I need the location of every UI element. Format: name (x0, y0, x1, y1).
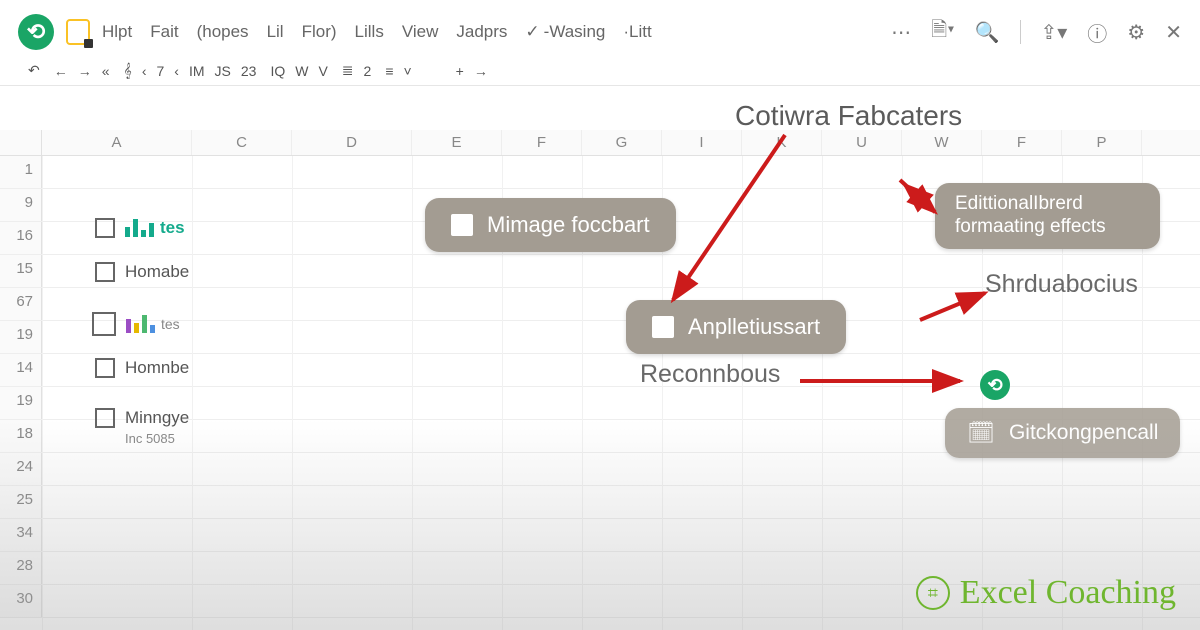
callout-pill[interactable]: Mimage foccbart (425, 198, 676, 252)
tb-btn[interactable]: ≣ (342, 62, 354, 79)
menu-item[interactable]: Hlpt (102, 22, 132, 42)
menu-item[interactable]: Flor) (302, 22, 337, 42)
watermark-icon: ⌗ (916, 576, 950, 610)
annotation-text: Shrduabocius (985, 270, 1138, 299)
checkbox-icon[interactable] (95, 262, 115, 282)
titlebar: ⟲ Hlpt Fait (hopes Lil Flor) Lills View … (0, 0, 1200, 56)
col-header[interactable]: G (582, 130, 662, 155)
main-menu: Hlpt Fait (hopes Lil Flor) Lills View Ja… (102, 22, 879, 42)
menu-item[interactable]: View (402, 22, 439, 42)
tb-btn[interactable]: → (474, 63, 488, 79)
callout-pill[interactable]: EdittionalIbrerd formaating effects (935, 183, 1160, 249)
pill-label: Anplletiussart (688, 314, 820, 340)
menu-item-checked[interactable]: -Wasing (525, 22, 605, 42)
callout-title: Cotiwra Fabcaters (735, 100, 962, 132)
col-header[interactable]: F (502, 130, 582, 155)
tb-btn[interactable]: V (318, 63, 327, 79)
checklist-item[interactable]: Homnbe (95, 358, 189, 378)
checkbox-icon[interactable] (95, 218, 115, 238)
tb-btn[interactable]: ↶ (28, 62, 40, 79)
row-header[interactable]: 67 (0, 288, 42, 320)
col-header[interactable]: W (902, 130, 982, 155)
checklist-item[interactable]: Homabe (95, 262, 189, 282)
pill-label: EdittionalIbrerd formaating effects (955, 193, 1140, 239)
tb-btn[interactable]: ‹ (142, 63, 147, 79)
col-header[interactable]: I (662, 130, 742, 155)
col-header[interactable]: P (1062, 130, 1142, 155)
row-header[interactable]: 9 (0, 189, 42, 221)
tb-btn[interactable]: 7 (156, 63, 164, 79)
chart-icon (126, 315, 155, 333)
tb-btn[interactable]: ˅ (403, 63, 411, 79)
watermark: ⌗ Excel Coaching (916, 574, 1176, 612)
col-header[interactable]: D (292, 130, 412, 155)
watermark-text: Excel Coaching (960, 574, 1176, 612)
page-icon[interactable]: 🗎▾ (931, 15, 954, 49)
tb-btn[interactable]: ← (54, 63, 68, 79)
tb-btn[interactable]: + (456, 63, 464, 79)
header-actions: ⋯ 🗎▾ 🔍 ⇪▾ ⓘ ⚙ ✕ (891, 15, 1182, 49)
tb-btn[interactable]: → (78, 63, 92, 79)
close-icon[interactable]: ✕ (1165, 20, 1182, 45)
more-icon[interactable]: ⋯ (891, 20, 911, 45)
menu-item[interactable]: Fait (150, 22, 178, 42)
col-header[interactable]: E (412, 130, 502, 155)
row-header[interactable]: 15 (0, 255, 42, 287)
item-label: tes (161, 316, 180, 332)
menu-item[interactable]: Jadprs (456, 22, 507, 42)
tb-btn[interactable]: JS (215, 63, 231, 79)
tb-btn[interactable]: IM (189, 63, 205, 79)
info-icon[interactable]: ⓘ (1087, 18, 1107, 47)
row-header[interactable]: 19 (0, 321, 42, 353)
document-icon[interactable] (66, 19, 90, 45)
app-logo-icon[interactable]: ⟲ (980, 370, 1010, 400)
separator (1020, 20, 1021, 44)
tb-btn[interactable]: 𝄞 (124, 62, 132, 79)
checklist-item[interactable]: tes (92, 312, 180, 336)
gear-icon[interactable]: ⚙ (1127, 20, 1145, 45)
app-logo-icon[interactable]: ⟲ (18, 14, 54, 50)
square-icon (451, 214, 473, 236)
pill-label: Mimage foccbart (487, 212, 650, 238)
tb-btn[interactable]: ≡ (385, 63, 393, 79)
menu-item[interactable]: Lil (267, 22, 284, 42)
row-header[interactable]: 19 (0, 387, 42, 419)
callout-pill[interactable]: Anplletiussart (626, 300, 846, 354)
item-label: Homabe (125, 262, 189, 282)
search-icon[interactable]: 🔍 (975, 20, 1000, 45)
tb-btn[interactable]: 23 (241, 63, 257, 79)
item-label: Homnbe (125, 358, 189, 378)
tb-btn[interactable]: IQ (270, 63, 285, 79)
menu-item[interactable]: Lills (355, 22, 384, 42)
checklist-item[interactable]: tes (95, 218, 185, 238)
menu-item[interactable]: ·Litt (623, 22, 651, 42)
col-header[interactable]: F (982, 130, 1062, 155)
checkbox-icon[interactable] (92, 312, 116, 336)
row-header[interactable]: 16 (0, 222, 42, 254)
checkbox-icon[interactable] (95, 358, 115, 378)
tb-btn[interactable]: « (102, 63, 110, 79)
tb-btn[interactable]: ‹ (174, 63, 179, 79)
col-header[interactable]: C (192, 130, 292, 155)
item-label: tes (160, 218, 185, 238)
row-header[interactable]: 1 (0, 156, 42, 188)
export-icon[interactable]: ⇪▾ (1041, 20, 1068, 45)
annotation-text: Reconnbous (640, 360, 780, 389)
tb-btn[interactable]: 2 (364, 63, 372, 79)
col-header[interactable]: A (42, 130, 192, 155)
col-header[interactable]: U (822, 130, 902, 155)
tb-btn[interactable]: W (295, 63, 308, 79)
square-icon (652, 316, 674, 338)
formatting-toolbar: ↶ ← → « 𝄞 ‹ 7 ‹ IM JS 23 IQ W V ≣ 2 ≡ ˅ … (0, 56, 1200, 86)
col-header[interactable]: K (742, 130, 822, 155)
column-headers: A C D E F G I K U W F P (0, 130, 1200, 156)
menu-item[interactable]: (hopes (197, 22, 249, 42)
chart-icon (125, 219, 154, 237)
row-header[interactable]: 14 (0, 354, 42, 386)
